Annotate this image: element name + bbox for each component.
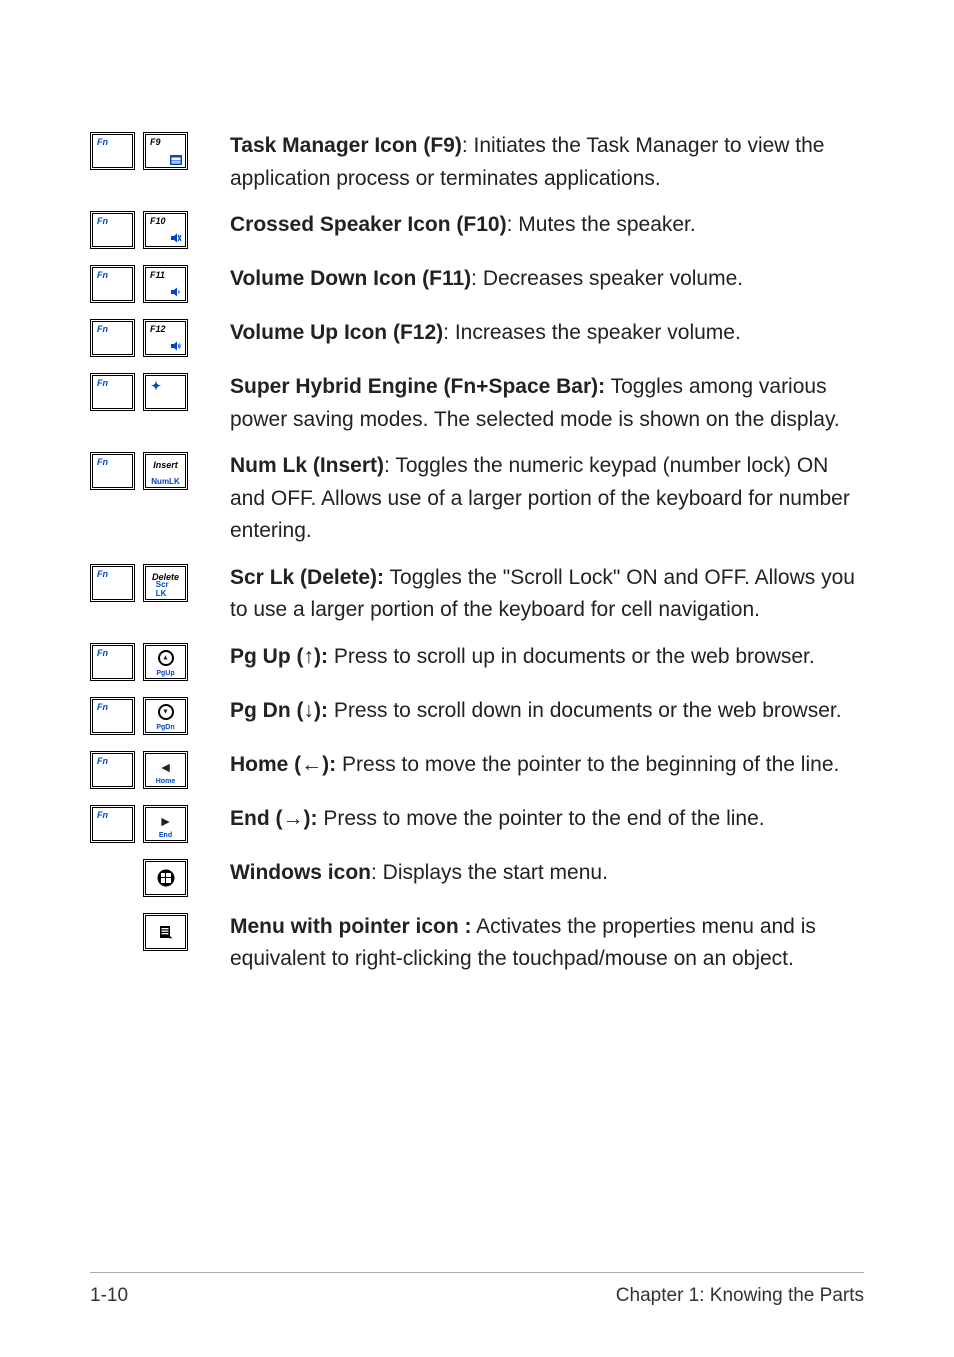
shortcut-body: Press to scroll up in documents or the w… xyxy=(334,645,815,668)
shortcut-description: Pg Up (↑): Press to scroll up in documen… xyxy=(230,641,864,674)
shortcut-body: Displays the start menu. xyxy=(383,861,608,884)
shortcut-body: Press to scroll down in documents or the… xyxy=(334,699,842,722)
shortcut-row-super-hybrid: Fn✦Super Hybrid Engine (Fn+Space Bar): T… xyxy=(90,371,864,436)
shortcut-title: Pg Dn (↓): xyxy=(230,699,328,722)
shortcut-row-volume-up: FnF12Volume Up Icon (F12): Increases the… xyxy=(90,317,864,357)
key-combo xyxy=(90,911,230,951)
fn-key-icon: Fn xyxy=(90,373,135,411)
left-arrow-key-icon: ◄Home xyxy=(143,751,188,789)
shortcut-description: Num Lk (Insert): Toggles the numeric key… xyxy=(230,450,864,548)
shortcut-title: Num Lk (Insert) xyxy=(230,454,384,477)
shortcut-description: Pg Dn (↓): Press to scroll down in docum… xyxy=(230,695,864,728)
shortcut-row-pg-dn: Fn▼PgDnPg Dn (↓): Press to scroll down i… xyxy=(90,695,864,735)
shortcut-row-task-manager: FnF9Task Manager Icon (F9): Initiates th… xyxy=(90,130,864,195)
key-combo: FnInsertNumLK xyxy=(90,450,230,490)
key-combo xyxy=(90,857,230,897)
fn-key-icon: Fn xyxy=(90,265,135,303)
shortcut-title: Pg Up (↑): xyxy=(230,645,328,668)
shortcut-body: Press to move the pointer to the beginni… xyxy=(342,753,839,776)
key-combo: Fn▼PgDn xyxy=(90,695,230,735)
shortcut-row-pg-up: Fn▲PgUpPg Up (↑): Press to scroll up in … xyxy=(90,641,864,681)
shortcut-body: Press to move the pointer to the end of … xyxy=(323,807,764,830)
shortcut-title: Super Hybrid Engine (Fn+Space Bar): xyxy=(230,375,605,398)
shortcut-row-windows: Windows icon: Displays the start menu. xyxy=(90,857,864,897)
key-combo: FnF12 xyxy=(90,317,230,357)
shortcut-row-crossed-speaker: FnF10Crossed Speaker Icon (F10): Mutes t… xyxy=(90,209,864,249)
up-arrow-key-icon: ▲PgUp xyxy=(143,643,188,681)
shortcut-row-menu: Menu with pointer icon : Activates the p… xyxy=(90,911,864,976)
fn-key-icon: Fn xyxy=(90,751,135,789)
shortcut-title: End (→): xyxy=(230,807,317,830)
fn-key-icon: Fn xyxy=(90,319,135,357)
shortcut-title: Crossed Speaker Icon (F10) xyxy=(230,213,507,236)
fn-key-icon: Fn xyxy=(90,211,135,249)
right-arrow-key-icon: ►End xyxy=(143,805,188,843)
fn-key-icon: Fn xyxy=(90,132,135,170)
shortcut-row-volume-down: FnF11Volume Down Icon (F11): Decreases s… xyxy=(90,263,864,303)
insert-key-icon: InsertNumLK xyxy=(143,452,188,490)
page-number: 1-10 xyxy=(90,1285,128,1307)
shortcut-title: Windows icon xyxy=(230,861,371,884)
shortcut-row-end: Fn►EndEnd (→): Press to move the pointer… xyxy=(90,803,864,843)
delete-key-icon: DeleteScr LK xyxy=(143,564,188,602)
shortcut-description: Volume Up Icon (F12): Increases the spea… xyxy=(230,317,864,350)
key-combo: Fn►End xyxy=(90,803,230,843)
shortcut-title: Volume Down Icon (F11) xyxy=(230,267,471,290)
page-footer: 1-10 Chapter 1: Knowing the Parts xyxy=(90,1272,864,1307)
key-combo: FnDeleteScr LK xyxy=(90,562,230,602)
shortcut-description: Scr Lk (Delete): Toggles the "Scroll Loc… xyxy=(230,562,864,627)
shortcut-description: End (→): Press to move the pointer to th… xyxy=(230,803,864,836)
shortcut-description: Home (←): Press to move the pointer to t… xyxy=(230,749,864,782)
key-combo: Fn✦ xyxy=(90,371,230,411)
key-combo: FnF11 xyxy=(90,263,230,303)
space-key-icon: ✦ xyxy=(143,373,188,411)
down-arrow-key-icon: ▼PgDn xyxy=(143,697,188,735)
fn-key-icon: Fn xyxy=(90,564,135,602)
shortcut-list: FnF9Task Manager Icon (F9): Initiates th… xyxy=(90,130,864,976)
shortcut-body: Increases the speaker volume. xyxy=(455,321,741,344)
key-combo: Fn◄Home xyxy=(90,749,230,789)
shortcut-description: Windows icon: Displays the start menu. xyxy=(230,857,864,890)
f12-key-icon: F12 xyxy=(143,319,188,357)
fn-key-icon: Fn xyxy=(90,805,135,843)
shortcut-description: Volume Down Icon (F11): Decreases speake… xyxy=(230,263,864,296)
fn-key-icon: Fn xyxy=(90,452,135,490)
shortcut-title: Menu with pointer icon : xyxy=(230,915,471,938)
shortcut-description: Super Hybrid Engine (Fn+Space Bar): Togg… xyxy=(230,371,864,436)
windows-key-icon xyxy=(143,859,188,897)
page: FnF9Task Manager Icon (F9): Initiates th… xyxy=(0,0,954,1357)
shortcut-description: Menu with pointer icon : Activates the p… xyxy=(230,911,864,976)
shortcut-description: Crossed Speaker Icon (F10): Mutes the sp… xyxy=(230,209,864,242)
f9-key-icon: F9 xyxy=(143,132,188,170)
shortcut-row-num-lk: FnInsertNumLKNum Lk (Insert): Toggles th… xyxy=(90,450,864,548)
key-combo: FnF9 xyxy=(90,130,230,170)
fn-key-icon: Fn xyxy=(90,697,135,735)
shortcut-row-scr-lk: FnDeleteScr LKScr Lk (Delete): Toggles t… xyxy=(90,562,864,627)
key-combo: Fn▲PgUp xyxy=(90,641,230,681)
f11-key-icon: F11 xyxy=(143,265,188,303)
shortcut-body: Mutes the speaker. xyxy=(518,213,695,236)
shortcut-body: Decreases speaker volume. xyxy=(483,267,743,290)
shortcut-row-home: Fn◄HomeHome (←): Press to move the point… xyxy=(90,749,864,789)
f10-key-icon: F10 xyxy=(143,211,188,249)
key-combo: FnF10 xyxy=(90,209,230,249)
chapter-title: Chapter 1: Knowing the Parts xyxy=(616,1285,864,1307)
shortcut-title: Home (←): xyxy=(230,753,336,776)
fn-key-icon: Fn xyxy=(90,643,135,681)
shortcut-title: Task Manager Icon (F9) xyxy=(230,134,462,157)
menu-key-icon xyxy=(143,913,188,951)
shortcut-title: Volume Up Icon (F12) xyxy=(230,321,443,344)
shortcut-description: Task Manager Icon (F9): Initiates the Ta… xyxy=(230,130,864,195)
shortcut-title: Scr Lk (Delete): xyxy=(230,566,384,589)
